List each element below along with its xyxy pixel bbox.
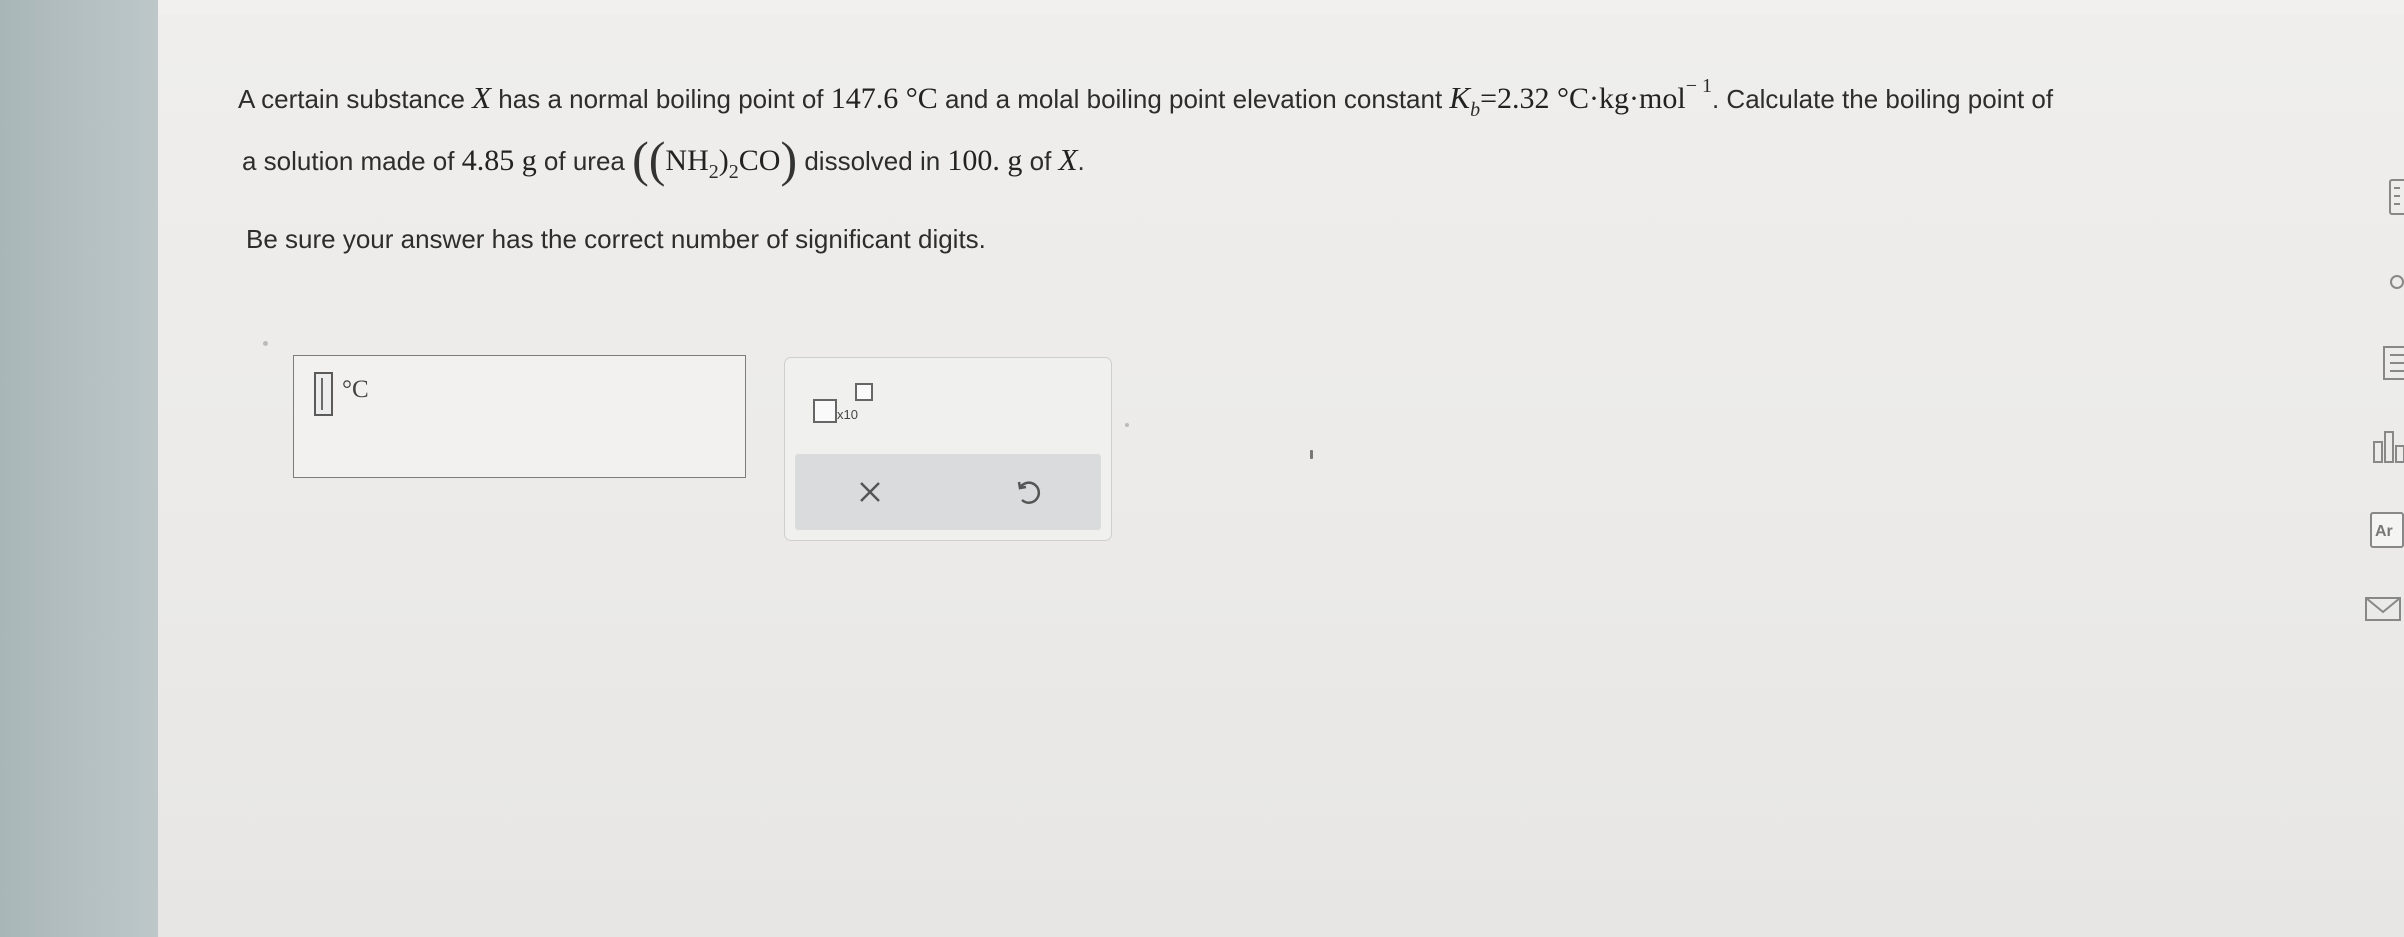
answer-input[interactable]: °C	[293, 355, 746, 478]
aleks-reference-icon[interactable]: Ar	[2370, 512, 2404, 548]
scientific-notation-button[interactable]	[813, 399, 837, 423]
tool-action-bar	[795, 454, 1101, 530]
x-icon	[860, 482, 880, 502]
ar-label: Ar	[2375, 523, 2393, 540]
speck	[1310, 450, 1313, 459]
unit-label: °C	[342, 376, 369, 403]
sci-notation-label: x10	[837, 407, 858, 422]
calculator-icon[interactable]	[2384, 178, 2404, 218]
question-line-2: a solution made of 4.85 g of urea ((NH2)…	[242, 131, 1085, 187]
mail-icon[interactable]	[2364, 594, 2402, 624]
question-line-1: A certain substance X has a normal boili…	[238, 75, 2054, 121]
exponent-box[interactable]	[855, 383, 873, 401]
instruction-text: Be sure your answer has the correct numb…	[246, 224, 986, 254]
circle-icon[interactable]	[2386, 272, 2404, 292]
page-top-edge	[158, 0, 2404, 14]
clear-button[interactable]	[852, 474, 888, 510]
undo-icon	[1017, 481, 1041, 504]
speck	[1125, 423, 1129, 427]
speck	[263, 341, 268, 346]
periodic-table-icon[interactable]	[2380, 345, 2404, 381]
undo-button[interactable]	[1009, 474, 1045, 510]
chart-icon[interactable]	[2372, 428, 2404, 464]
math-tool-panel: x10	[784, 357, 1112, 541]
input-cursor-box[interactable]	[314, 372, 333, 416]
